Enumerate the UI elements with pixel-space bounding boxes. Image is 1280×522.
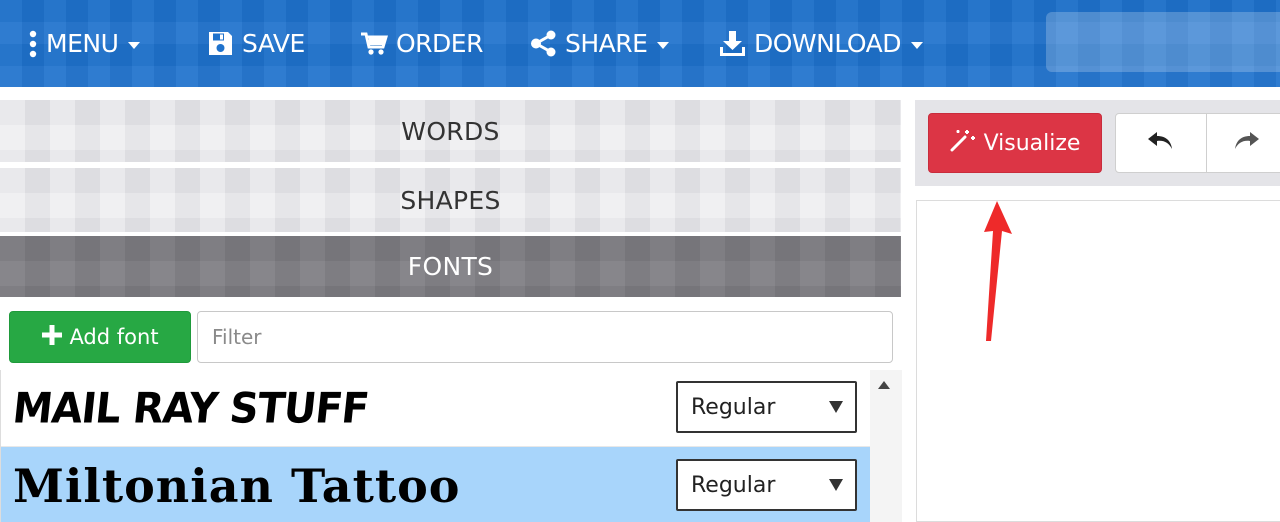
font-list: MAIL RAY STUFF Regular Miltonian Tattoo … bbox=[0, 370, 870, 522]
font-style-select[interactable]: Regular bbox=[676, 459, 857, 511]
caret-down-icon bbox=[829, 401, 843, 413]
download-button[interactable]: DOWNLOAD bbox=[719, 0, 923, 87]
menu-button[interactable]: MENU bbox=[28, 0, 141, 87]
save-label: SAVE bbox=[242, 29, 305, 58]
download-label: DOWNLOAD bbox=[754, 29, 901, 58]
chevron-down-icon bbox=[910, 41, 923, 49]
undo-arrow-icon bbox=[1147, 131, 1175, 155]
redo-button[interactable] bbox=[1206, 113, 1280, 173]
top-search-box[interactable] bbox=[1046, 12, 1280, 72]
shopping-cart-icon bbox=[360, 31, 388, 57]
add-font-label: Add font bbox=[69, 325, 159, 349]
magic-wand-icon bbox=[950, 128, 976, 158]
font-sample: MAIL RAY STUFF bbox=[10, 384, 371, 433]
save-button[interactable]: SAVE bbox=[207, 0, 305, 87]
list-item[interactable]: MAIL RAY STUFF Regular bbox=[1, 370, 870, 447]
panel-fonts[interactable]: FONTS bbox=[0, 236, 901, 297]
redo-arrow-icon bbox=[1232, 131, 1260, 155]
download-icon bbox=[719, 30, 746, 57]
plus-icon bbox=[41, 324, 63, 351]
order-label: ORDER bbox=[396, 29, 483, 58]
font-style-value: Regular bbox=[691, 394, 776, 420]
share-nodes-icon bbox=[530, 30, 557, 57]
floppy-disk-icon bbox=[207, 30, 234, 57]
font-style-select[interactable]: Regular bbox=[676, 381, 857, 433]
annotation-arrow-icon bbox=[970, 196, 1020, 350]
font-style-value: Regular bbox=[691, 472, 776, 498]
filter-input[interactable] bbox=[197, 311, 893, 363]
panel-shapes[interactable]: SHAPES bbox=[0, 168, 901, 232]
font-list-scrollbar[interactable] bbox=[870, 370, 902, 522]
font-sample: Miltonian Tattoo bbox=[13, 458, 461, 513]
vertical-dots-icon bbox=[28, 30, 38, 58]
share-label: SHARE bbox=[565, 29, 648, 58]
undo-button[interactable] bbox=[1115, 113, 1207, 173]
caret-down-icon bbox=[829, 479, 843, 491]
scroll-up-icon[interactable] bbox=[878, 381, 890, 389]
share-button[interactable]: SHARE bbox=[530, 0, 670, 87]
panel-fonts-label: FONTS bbox=[407, 252, 494, 281]
menu-label: MENU bbox=[46, 29, 119, 58]
visualize-button[interactable]: Visualize bbox=[928, 113, 1102, 173]
top-navigation-bar: MENU SAVE ORDER SHARE DOWNLOAD bbox=[0, 0, 1280, 87]
list-item-selected[interactable]: Miltonian Tattoo Regular bbox=[1, 447, 870, 522]
panel-words[interactable]: WORDS bbox=[0, 100, 901, 162]
panel-words-label: WORDS bbox=[401, 116, 500, 146]
order-button[interactable]: ORDER bbox=[360, 0, 483, 87]
chevron-down-icon bbox=[657, 41, 670, 49]
add-font-button[interactable]: Add font bbox=[9, 311, 191, 363]
chevron-down-icon bbox=[128, 41, 141, 49]
visualize-label: Visualize bbox=[983, 130, 1081, 156]
panel-shapes-label: SHAPES bbox=[400, 185, 501, 215]
